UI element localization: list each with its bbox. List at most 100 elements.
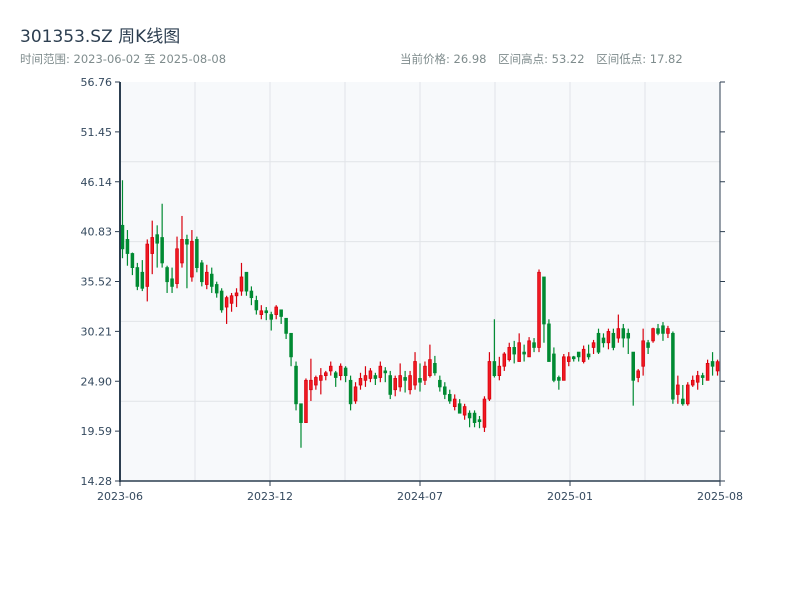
candle-body xyxy=(378,365,383,378)
candle-body xyxy=(452,398,457,408)
candle-body xyxy=(428,359,432,377)
candle-body xyxy=(120,224,125,250)
candle-body xyxy=(304,379,308,423)
candle xyxy=(651,327,655,343)
candle-body xyxy=(165,267,169,283)
candle-body xyxy=(393,378,397,391)
candle-body xyxy=(418,378,422,383)
candle-body xyxy=(328,365,333,372)
candle-body xyxy=(363,375,368,381)
candle-body xyxy=(532,342,536,348)
candle-body xyxy=(715,361,720,372)
candle-body xyxy=(522,351,526,355)
candle-body xyxy=(353,386,358,402)
candle-body xyxy=(472,412,477,423)
candle xyxy=(482,396,487,432)
candle-body xyxy=(343,367,348,377)
candle-body xyxy=(309,379,313,391)
candle-body xyxy=(705,363,710,381)
candle-body xyxy=(497,365,502,377)
candle-body xyxy=(537,271,541,348)
candle-body xyxy=(368,370,373,379)
candle-body xyxy=(611,332,616,348)
candle-body xyxy=(695,375,700,383)
candle-body xyxy=(646,342,650,348)
candle-body xyxy=(190,240,194,278)
candle-body xyxy=(586,353,591,358)
y-tick-label: 14.28 xyxy=(81,475,113,488)
candle-body xyxy=(214,284,219,294)
y-tick-label: 35.52 xyxy=(81,276,113,289)
candle-body xyxy=(457,403,462,414)
candle-body xyxy=(616,328,621,339)
y-tick-label: 24.90 xyxy=(81,375,113,388)
candle-body xyxy=(671,332,675,400)
candle-body xyxy=(219,290,224,311)
x-tick-label: 2023-06 xyxy=(97,490,143,503)
candle-body xyxy=(502,353,507,367)
candle-body xyxy=(557,377,561,381)
candle-body xyxy=(338,365,343,377)
candle-body xyxy=(606,331,611,344)
candle-body xyxy=(447,393,452,402)
candle-body xyxy=(636,370,640,378)
candle-body xyxy=(195,239,199,268)
candle-body xyxy=(383,370,388,374)
candle-body xyxy=(710,361,715,367)
candle-body xyxy=(249,290,254,299)
y-tick-label: 51.45 xyxy=(81,126,113,139)
candle-body xyxy=(507,347,512,361)
candle-body xyxy=(185,239,189,245)
candle-body xyxy=(373,375,378,379)
candle-body xyxy=(681,398,685,405)
candle-body xyxy=(259,310,264,315)
candle-body xyxy=(209,273,214,287)
candle-body xyxy=(601,337,606,344)
y-tick-label: 40.83 xyxy=(81,226,113,239)
candle xyxy=(294,361,298,411)
candle-body xyxy=(224,297,229,308)
candle-body xyxy=(527,340,531,358)
candle-body xyxy=(626,332,631,339)
candle-body xyxy=(542,276,546,325)
candle-body xyxy=(294,365,298,405)
candle-body xyxy=(264,310,269,314)
candle-body xyxy=(487,361,492,400)
candle-body xyxy=(140,271,145,289)
candle-body xyxy=(517,342,521,362)
candle-body xyxy=(581,348,586,362)
candle-body xyxy=(388,375,393,395)
candle-body xyxy=(229,295,234,304)
candle-body xyxy=(398,375,402,388)
candle xyxy=(304,378,308,423)
candle-body xyxy=(284,317,288,334)
candle-body xyxy=(180,239,184,264)
candle-body xyxy=(150,237,154,254)
candle-body xyxy=(408,375,412,391)
candle-body xyxy=(155,234,159,244)
candle-body xyxy=(462,406,467,416)
x-tick-label: 2025-08 xyxy=(697,490,743,503)
candle-body xyxy=(547,323,551,362)
candle xyxy=(195,236,199,273)
y-tick-label: 19.59 xyxy=(81,425,113,438)
candle xyxy=(562,354,566,381)
x-tick-label: 2023-12 xyxy=(247,490,293,503)
candle-body xyxy=(562,356,566,381)
candle-body xyxy=(686,384,690,405)
candle-body xyxy=(552,353,556,381)
y-tick-label: 56.76 xyxy=(81,76,113,89)
candle xyxy=(671,331,675,404)
candle-body xyxy=(175,248,179,284)
candle-body xyxy=(700,375,705,378)
candle-body xyxy=(160,237,164,264)
candle-body xyxy=(413,361,417,386)
candle-body xyxy=(324,372,328,377)
candle-body xyxy=(631,351,635,381)
candle-body xyxy=(314,377,318,386)
candle-body xyxy=(234,292,239,297)
candle-body xyxy=(269,314,274,320)
candle-body xyxy=(125,239,130,254)
x-tick-label: 2025-01 xyxy=(547,490,593,503)
y-tick-label: 46.14 xyxy=(81,176,113,189)
